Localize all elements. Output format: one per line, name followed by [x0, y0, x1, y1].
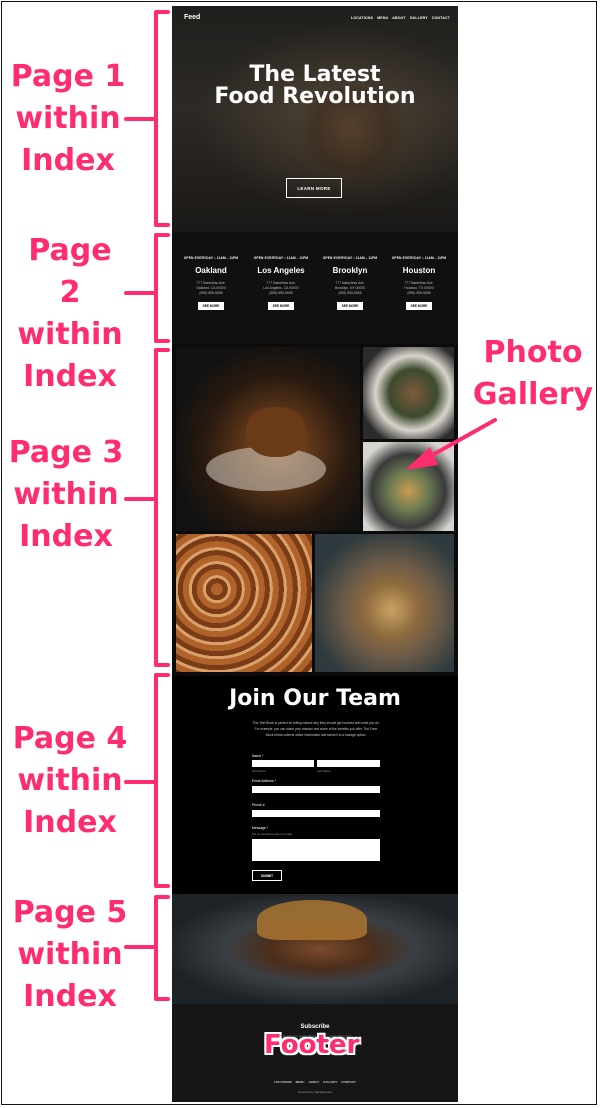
- annotation-page2-l3: Index: [23, 359, 117, 394]
- annotation-footer: Footer: [264, 1030, 360, 1060]
- bracket-page5: [154, 895, 170, 1001]
- annotation-page3: Page 3 within Index: [8, 432, 124, 558]
- annotation-page1-l3: Index: [21, 143, 115, 178]
- annotation-page5-l1: Page 5: [12, 895, 128, 930]
- gallery-arrow-head: [405, 447, 438, 470]
- annotation-page3-l1: Page 3: [8, 435, 124, 470]
- bracket-page2: [154, 233, 170, 343]
- annotation-page3-l3: Index: [19, 519, 113, 554]
- bracket-page3: [154, 348, 170, 667]
- annotation-page2-l2: within: [17, 317, 123, 352]
- annotation-page5-l3: Index: [23, 979, 117, 1014]
- annotation-page1-l2: within: [15, 101, 121, 136]
- annotation-page1-l1: Page 1: [10, 59, 126, 94]
- annotation-page5-l2: within: [17, 937, 123, 972]
- annotation-page5: Page 5 within Index: [12, 892, 128, 1018]
- annotation-page4: Page 4 within Index: [12, 718, 128, 844]
- annotation-gallery-l1: Photo: [483, 335, 583, 370]
- annotation-gallery: Photo Gallery: [470, 332, 596, 416]
- annotation-page1: Page 1 within Index: [10, 56, 126, 182]
- annotation-gallery-l2: Gallery: [472, 377, 594, 412]
- annotation-page4-l2: within: [17, 763, 123, 798]
- annotation-page2-l1: Page 2: [28, 233, 112, 310]
- annotation-page3-l2: within: [13, 477, 119, 512]
- annotation-page4-l3: Index: [23, 805, 117, 840]
- annotation-page4-l1: Page 4: [12, 721, 128, 756]
- annotation-page2: Page 2 within Index: [14, 230, 126, 398]
- bracket-page4: [154, 673, 170, 888]
